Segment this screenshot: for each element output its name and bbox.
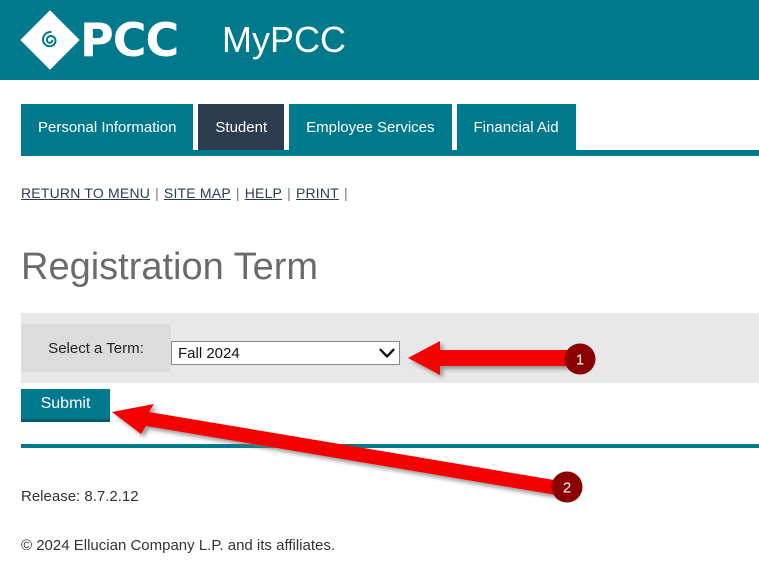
nav-separator-3: | bbox=[287, 185, 291, 201]
tab-personal-information[interactable]: Personal Information bbox=[21, 104, 194, 150]
tab-employee-services[interactable]: Employee Services bbox=[289, 104, 452, 150]
page-title: Registration Term bbox=[21, 246, 319, 288]
pcc-logo[interactable] bbox=[20, 10, 80, 70]
main-tab-bar: Personal Information Student Employee Se… bbox=[21, 104, 581, 150]
term-select-dropdown[interactable]: Fall 2024 bbox=[171, 341, 400, 365]
link-help[interactable]: HELP bbox=[245, 185, 282, 201]
tab-financial-aid[interactable]: Financial Aid bbox=[456, 104, 576, 150]
copyright-text: © 2024 Ellucian Company L.P. and its aff… bbox=[21, 537, 336, 554]
breadcrumb: RETURN TO MENU | SITE MAP | HELP | PRINT | bbox=[21, 185, 353, 201]
registration-term-form-panel: Select a Term: Fall 2024 bbox=[21, 313, 759, 383]
release-version-text: Release: 8.7.2.12 bbox=[21, 488, 139, 505]
brand-primary-text: PCC bbox=[80, 13, 179, 67]
spiral-icon bbox=[42, 31, 57, 48]
tab-student[interactable]: Student bbox=[198, 104, 285, 150]
annotation-arrow-2 bbox=[112, 404, 560, 495]
link-site-map[interactable]: SITE MAP bbox=[164, 185, 231, 201]
chevron-down-icon bbox=[375, 348, 399, 359]
site-header: PCC MyPCC bbox=[0, 0, 759, 80]
tab-bar-underline bbox=[21, 150, 759, 156]
select-term-label: Select a Term: bbox=[21, 324, 171, 372]
annotation-badge-2-label: 2 bbox=[563, 480, 571, 497]
section-divider bbox=[21, 444, 759, 448]
submit-button[interactable]: Submit bbox=[21, 389, 110, 422]
nav-separator-2: | bbox=[235, 185, 240, 201]
nav-separator-4: | bbox=[343, 185, 348, 201]
link-return-to-menu[interactable]: RETURN TO MENU bbox=[21, 185, 150, 201]
nav-separator-1: | bbox=[155, 185, 159, 201]
brand-secondary-text: MyPCC bbox=[222, 19, 346, 60]
annotation-badge-2: 2 bbox=[551, 471, 583, 503]
link-print[interactable]: PRINT bbox=[296, 185, 339, 201]
term-select-value: Fall 2024 bbox=[178, 344, 240, 362]
